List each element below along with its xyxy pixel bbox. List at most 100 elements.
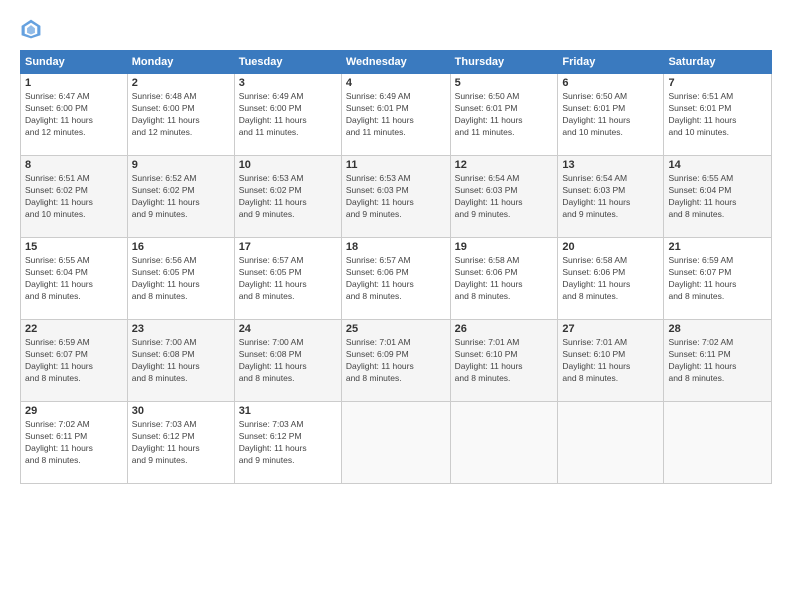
day-number: 22: [25, 323, 123, 335]
calendar-cell: 5 Sunrise: 6:50 AM Sunset: 6:01 PM Daylig…: [450, 74, 558, 156]
day-detail: Sunrise: 6:59 AM Sunset: 6:07 PM Dayligh…: [668, 255, 767, 303]
day-detail: Sunrise: 7:01 AM Sunset: 6:10 PM Dayligh…: [562, 337, 659, 385]
day-number: 2: [132, 77, 230, 89]
calendar-cell: 14 Sunrise: 6:55 AM Sunset: 6:04 PM Dayli…: [664, 156, 772, 238]
day-detail: Sunrise: 6:50 AM Sunset: 6:01 PM Dayligh…: [562, 91, 659, 139]
day-number: 5: [455, 77, 554, 89]
calendar-cell: 29 Sunrise: 7:02 AM Sunset: 6:11 PM Dayli…: [21, 402, 128, 484]
day-detail: Sunrise: 6:49 AM Sunset: 6:00 PM Dayligh…: [239, 91, 337, 139]
day-number: 13: [562, 159, 659, 171]
day-number: 25: [346, 323, 446, 335]
day-detail: Sunrise: 6:59 AM Sunset: 6:07 PM Dayligh…: [25, 337, 123, 385]
calendar-cell: 19Sunrise: 6:58 AM Sunset: 6:06 PM Dayli…: [450, 238, 558, 320]
day-number: 11: [346, 159, 446, 171]
day-number: 8: [25, 159, 123, 171]
day-detail: Sunrise: 7:00 AM Sunset: 6:08 PM Dayligh…: [239, 337, 337, 385]
logo: [20, 18, 46, 40]
day-detail: Sunrise: 6:51 AM Sunset: 6:02 PM Dayligh…: [25, 173, 123, 221]
week-row-2: 8 Sunrise: 6:51 AM Sunset: 6:02 PM Daylig…: [21, 156, 772, 238]
day-number: 6: [562, 77, 659, 89]
calendar-cell: 15 Sunrise: 6:55 AM Sunset: 6:04 PM Dayli…: [21, 238, 128, 320]
day-number: 30: [132, 405, 230, 417]
day-number: 16: [132, 241, 230, 253]
calendar-cell: 22 Sunrise: 6:59 AM Sunset: 6:07 PM Dayli…: [21, 320, 128, 402]
column-header-saturday: Saturday: [664, 51, 772, 74]
day-detail: Sunrise: 6:55 AM Sunset: 6:04 PM Dayligh…: [668, 173, 767, 221]
day-detail: Sunrise: 7:01 AM Sunset: 6:09 PM Dayligh…: [346, 337, 446, 385]
day-detail: Sunrise: 6:51 AM Sunset: 6:01 PM Dayligh…: [668, 91, 767, 139]
calendar-cell: 13 Sunrise: 6:54 AM Sunset: 6:03 PM Dayli…: [558, 156, 664, 238]
calendar-cell: 28 Sunrise: 7:02 AM Sunset: 6:11 PM Dayli…: [664, 320, 772, 402]
day-detail: Sunrise: 6:50 AM Sunset: 6:01 PM Dayligh…: [455, 91, 554, 139]
day-detail: Sunrise: 6:54 AM Sunset: 6:03 PM Dayligh…: [562, 173, 659, 221]
calendar-cell: 4 Sunrise: 6:49 AM Sunset: 6:01 PM Daylig…: [341, 74, 450, 156]
column-header-wednesday: Wednesday: [341, 51, 450, 74]
day-detail: Sunrise: 7:03 AM Sunset: 6:12 PM Dayligh…: [239, 419, 337, 467]
calendar-header-row: SundayMondayTuesdayWednesdayThursdayFrid…: [21, 51, 772, 74]
day-detail: Sunrise: 7:02 AM Sunset: 6:11 PM Dayligh…: [25, 419, 123, 467]
calendar-cell: [664, 402, 772, 484]
calendar-cell: 26 Sunrise: 7:01 AM Sunset: 6:10 PM Dayli…: [450, 320, 558, 402]
day-detail: Sunrise: 6:53 AM Sunset: 6:02 PM Dayligh…: [239, 173, 337, 221]
day-number: 29: [25, 405, 123, 417]
calendar-cell: 17 Sunrise: 6:57 AM Sunset: 6:05 PM Dayli…: [234, 238, 341, 320]
calendar-cell: 3 Sunrise: 6:49 AM Sunset: 6:00 PM Daylig…: [234, 74, 341, 156]
header: [20, 18, 772, 40]
day-detail: Sunrise: 6:52 AM Sunset: 6:02 PM Dayligh…: [132, 173, 230, 221]
calendar-cell: 18 Sunrise: 6:57 AM Sunset: 6:06 PM Dayli…: [341, 238, 450, 320]
calendar-cell: [558, 402, 664, 484]
week-row-5: 29 Sunrise: 7:02 AM Sunset: 6:11 PM Dayli…: [21, 402, 772, 484]
day-number: 31: [239, 405, 337, 417]
calendar-cell: 31 Sunrise: 7:03 AM Sunset: 6:12 PM Dayli…: [234, 402, 341, 484]
day-detail: Sunrise: 6:53 AM Sunset: 6:03 PM Dayligh…: [346, 173, 446, 221]
day-detail: Sunrise: 6:57 AM Sunset: 6:05 PM Dayligh…: [239, 255, 337, 303]
calendar-cell: 21Sunrise: 6:59 AM Sunset: 6:07 PM Dayli…: [664, 238, 772, 320]
day-detail: Sunrise: 6:57 AM Sunset: 6:06 PM Dayligh…: [346, 255, 446, 303]
calendar-cell: 1Sunrise: 6:47 AM Sunset: 6:00 PM Daylig…: [21, 74, 128, 156]
day-number: 14: [668, 159, 767, 171]
day-number: 4: [346, 77, 446, 89]
column-header-monday: Monday: [127, 51, 234, 74]
day-number: 27: [562, 323, 659, 335]
calendar-cell: 30Sunrise: 7:03 AM Sunset: 6:12 PM Dayli…: [127, 402, 234, 484]
day-number: 19: [455, 241, 554, 253]
day-number: 3: [239, 77, 337, 89]
day-detail: Sunrise: 6:48 AM Sunset: 6:00 PM Dayligh…: [132, 91, 230, 139]
day-detail: Sunrise: 7:00 AM Sunset: 6:08 PM Dayligh…: [132, 337, 230, 385]
calendar-cell: 23Sunrise: 7:00 AM Sunset: 6:08 PM Dayli…: [127, 320, 234, 402]
day-number: 15: [25, 241, 123, 253]
calendar-cell: 11 Sunrise: 6:53 AM Sunset: 6:03 PM Dayli…: [341, 156, 450, 238]
column-header-thursday: Thursday: [450, 51, 558, 74]
day-detail: Sunrise: 6:56 AM Sunset: 6:05 PM Dayligh…: [132, 255, 230, 303]
day-number: 7: [668, 77, 767, 89]
day-detail: Sunrise: 6:49 AM Sunset: 6:01 PM Dayligh…: [346, 91, 446, 139]
day-detail: Sunrise: 7:01 AM Sunset: 6:10 PM Dayligh…: [455, 337, 554, 385]
day-number: 1: [25, 77, 123, 89]
week-row-4: 22 Sunrise: 6:59 AM Sunset: 6:07 PM Dayli…: [21, 320, 772, 402]
logo-icon: [20, 18, 42, 40]
week-row-3: 15 Sunrise: 6:55 AM Sunset: 6:04 PM Dayli…: [21, 238, 772, 320]
calendar-cell: 27 Sunrise: 7:01 AM Sunset: 6:10 PM Dayli…: [558, 320, 664, 402]
calendar-cell: 6 Sunrise: 6:50 AM Sunset: 6:01 PM Daylig…: [558, 74, 664, 156]
calendar-cell: [341, 402, 450, 484]
day-detail: Sunrise: 7:02 AM Sunset: 6:11 PM Dayligh…: [668, 337, 767, 385]
day-number: 17: [239, 241, 337, 253]
day-number: 10: [239, 159, 337, 171]
day-number: 12: [455, 159, 554, 171]
day-detail: Sunrise: 6:58 AM Sunset: 6:06 PM Dayligh…: [562, 255, 659, 303]
day-number: 28: [668, 323, 767, 335]
day-number: 9: [132, 159, 230, 171]
day-detail: Sunrise: 6:55 AM Sunset: 6:04 PM Dayligh…: [25, 255, 123, 303]
calendar-cell: [450, 402, 558, 484]
calendar-cell: 25 Sunrise: 7:01 AM Sunset: 6:09 PM Dayli…: [341, 320, 450, 402]
column-header-tuesday: Tuesday: [234, 51, 341, 74]
calendar-cell: 20Sunrise: 6:58 AM Sunset: 6:06 PM Dayli…: [558, 238, 664, 320]
day-number: 18: [346, 241, 446, 253]
calendar-cell: 9 Sunrise: 6:52 AM Sunset: 6:02 PM Daylig…: [127, 156, 234, 238]
day-number: 26: [455, 323, 554, 335]
day-number: 24: [239, 323, 337, 335]
calendar-cell: 7 Sunrise: 6:51 AM Sunset: 6:01 PM Daylig…: [664, 74, 772, 156]
calendar-cell: 10 Sunrise: 6:53 AM Sunset: 6:02 PM Dayli…: [234, 156, 341, 238]
calendar-cell: 16 Sunrise: 6:56 AM Sunset: 6:05 PM Dayli…: [127, 238, 234, 320]
calendar-cell: 12Sunrise: 6:54 AM Sunset: 6:03 PM Dayli…: [450, 156, 558, 238]
